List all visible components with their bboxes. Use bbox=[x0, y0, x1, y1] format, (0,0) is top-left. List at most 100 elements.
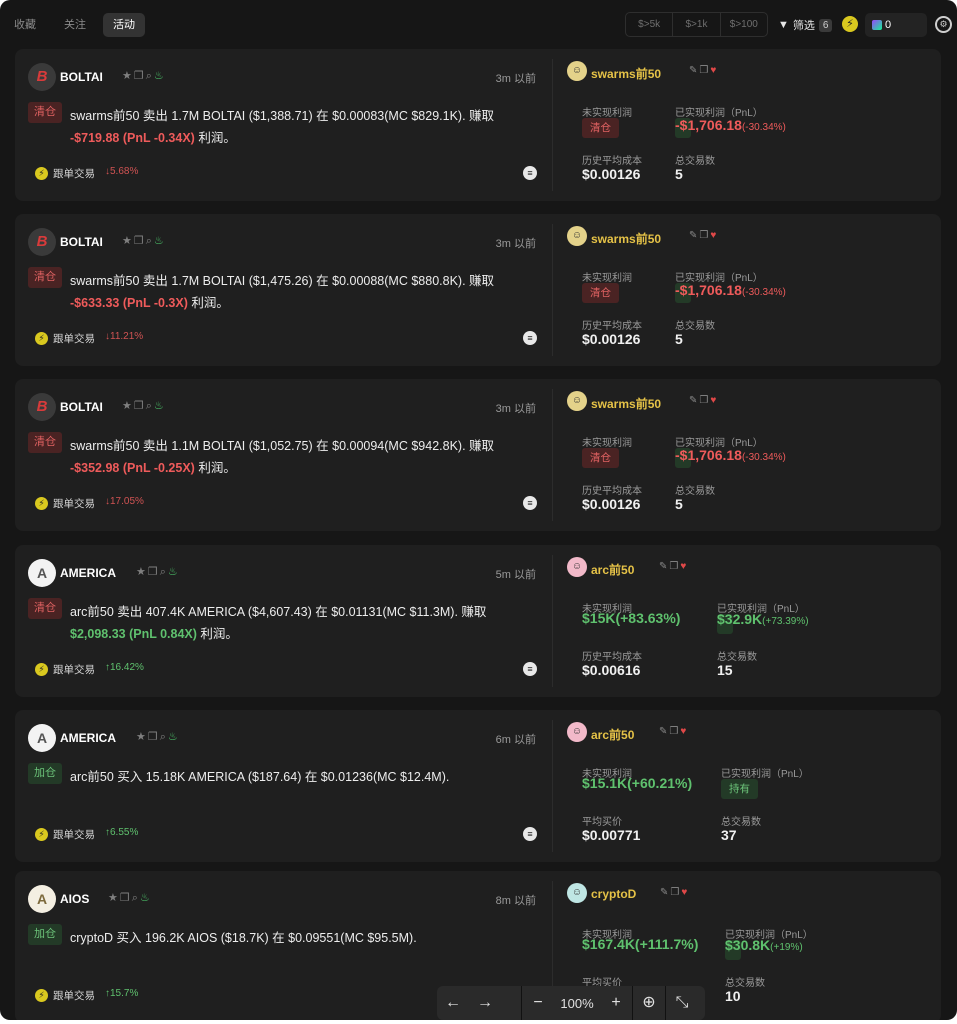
tab-activity[interactable]: 活动 bbox=[103, 13, 145, 37]
edit-icon[interactable]: ✎ bbox=[659, 561, 669, 572]
star-icon[interactable]: ★ bbox=[122, 235, 134, 247]
edit-icon[interactable]: ✎ bbox=[689, 395, 699, 406]
star-icon[interactable]: ★ bbox=[108, 892, 120, 904]
edit-icon[interactable]: ✎ bbox=[660, 887, 670, 898]
flame-icon[interactable]: ♨ bbox=[168, 731, 180, 743]
settings-gear-icon[interactable]: ⚙ bbox=[935, 16, 952, 33]
trader-name[interactable]: arc前50 bbox=[591, 561, 634, 578]
tab-following[interactable]: 关注 bbox=[54, 13, 96, 37]
token-symbol[interactable]: BOLTAI bbox=[60, 235, 103, 249]
trader-avatar[interactable]: ☺ bbox=[567, 226, 587, 246]
heart-icon[interactable]: ♥ bbox=[710, 395, 718, 406]
back-arrow-icon[interactable]: ← bbox=[437, 986, 469, 1020]
token-symbol[interactable]: AMERICA bbox=[60, 731, 116, 745]
copy-icon[interactable]: ❐ bbox=[699, 395, 710, 406]
zoom-in-icon[interactable]: + bbox=[600, 986, 632, 1020]
trader-name[interactable]: swarms前50 bbox=[591, 395, 661, 412]
star-icon[interactable]: ★ bbox=[136, 566, 148, 578]
sol-balance[interactable]: 0 bbox=[865, 13, 927, 37]
menu-icon[interactable]: ≡ bbox=[523, 331, 537, 345]
price-change: ↓11.21% bbox=[105, 331, 144, 342]
copy-icon[interactable]: ❐ bbox=[699, 65, 710, 76]
search-icon[interactable]: ⌕ bbox=[146, 70, 154, 82]
trader-name[interactable]: arc前50 bbox=[591, 726, 634, 743]
tab-favorites[interactable]: 收藏 bbox=[4, 13, 46, 37]
copy-icon[interactable]: ❐ bbox=[148, 731, 160, 743]
token-avatar[interactable]: B bbox=[28, 393, 56, 421]
copy-trade-button[interactable]: ⚡ 跟单交易 bbox=[35, 662, 95, 677]
heart-icon[interactable]: ♥ bbox=[710, 230, 718, 241]
copy-icon[interactable]: ❐ bbox=[669, 726, 680, 737]
unrealized-label: 未实现利润 bbox=[582, 273, 632, 284]
search-icon[interactable]: ⌕ bbox=[160, 566, 168, 578]
token-avatar[interactable]: B bbox=[28, 63, 56, 91]
copy-trade-button[interactable]: ⚡ 跟单交易 bbox=[35, 166, 95, 181]
token-avatar[interactable]: A bbox=[28, 885, 56, 913]
trader-name[interactable]: cryptoD bbox=[591, 887, 636, 901]
token-action-icons: ★❐⌕♨ bbox=[108, 891, 152, 905]
token-symbol[interactable]: AIOS bbox=[60, 892, 89, 906]
copy-trade-button[interactable]: ⚡ 跟单交易 bbox=[35, 496, 95, 511]
copy-icon[interactable]: ❐ bbox=[699, 230, 710, 241]
trade-time: 3m 以前 bbox=[495, 238, 536, 250]
token-symbol[interactable]: BOLTAI bbox=[60, 70, 103, 84]
filter-5k[interactable]: $>5k bbox=[626, 13, 674, 36]
heart-icon[interactable]: ♥ bbox=[710, 65, 718, 76]
copy-icon[interactable]: ❐ bbox=[134, 70, 146, 82]
star-icon[interactable]: ★ bbox=[136, 731, 148, 743]
token-avatar[interactable]: A bbox=[28, 724, 56, 752]
filter-100[interactable]: $>100 bbox=[721, 13, 767, 36]
copy-icon[interactable]: ❐ bbox=[670, 887, 681, 898]
zoom-out-icon[interactable]: − bbox=[522, 986, 554, 1020]
token-avatar[interactable]: A bbox=[28, 559, 56, 587]
copy-icon[interactable]: ❐ bbox=[120, 892, 132, 904]
menu-icon[interactable]: ≡ bbox=[523, 496, 537, 510]
copy-trade-button[interactable]: ⚡ 跟单交易 bbox=[35, 331, 95, 346]
heart-icon[interactable]: ♥ bbox=[680, 561, 688, 572]
copy-icon[interactable]: ❐ bbox=[134, 235, 146, 247]
trader-avatar[interactable]: ☺ bbox=[567, 883, 587, 903]
trader-avatar[interactable]: ☺ bbox=[567, 557, 587, 577]
star-icon[interactable]: ★ bbox=[122, 70, 134, 82]
trader-avatar[interactable]: ☺ bbox=[567, 391, 587, 411]
flame-icon[interactable]: ♨ bbox=[154, 235, 166, 247]
token-symbol[interactable]: BOLTAI bbox=[60, 400, 103, 414]
trade-time: 3m 以前 bbox=[495, 403, 536, 415]
flame-icon[interactable]: ♨ bbox=[140, 892, 152, 904]
trader-name[interactable]: swarms前50 bbox=[591, 65, 661, 82]
token-avatar[interactable]: B bbox=[28, 228, 56, 256]
flame-icon[interactable]: ♨ bbox=[154, 400, 166, 412]
copy-icon[interactable]: ❐ bbox=[669, 561, 680, 572]
menu-icon[interactable]: ≡ bbox=[523, 166, 537, 180]
edit-icon[interactable]: ✎ bbox=[659, 726, 669, 737]
search-icon[interactable]: ⌕ bbox=[132, 892, 140, 904]
token-symbol[interactable]: AMERICA bbox=[60, 566, 116, 580]
menu-icon[interactable]: ≡ bbox=[523, 827, 537, 841]
collapse-icon[interactable]: ⤡ bbox=[666, 986, 698, 1020]
trader-avatar[interactable]: ☺ bbox=[567, 61, 587, 81]
heart-icon[interactable]: ♥ bbox=[680, 726, 688, 737]
copy-icon[interactable]: ❐ bbox=[134, 400, 146, 412]
unrealized-status-pill: 清仓 bbox=[582, 118, 619, 138]
trade-description: swarms前50 卖出 1.1M BOLTAI ($1,052.75) 在 $… bbox=[70, 435, 540, 479]
menu-icon[interactable]: ≡ bbox=[523, 662, 537, 676]
flame-icon[interactable]: ♨ bbox=[154, 70, 166, 82]
edit-icon[interactable]: ✎ bbox=[689, 230, 699, 241]
filter-button[interactable]: ▼ 筛选 6 bbox=[778, 17, 833, 33]
download-icon[interactable]: ⊕ bbox=[633, 986, 665, 1020]
copy-trade-button[interactable]: ⚡ 跟单交易 bbox=[35, 827, 95, 842]
search-icon[interactable]: ⌕ bbox=[146, 400, 154, 412]
flame-icon[interactable]: ♨ bbox=[168, 566, 180, 578]
lightning-icon[interactable]: ⚡ bbox=[842, 16, 858, 32]
star-icon[interactable]: ★ bbox=[122, 400, 134, 412]
copy-trade-button[interactable]: ⚡ 跟单交易 bbox=[35, 988, 95, 1003]
edit-icon[interactable]: ✎ bbox=[689, 65, 699, 76]
trader-avatar[interactable]: ☺ bbox=[567, 722, 587, 742]
heart-icon[interactable]: ♥ bbox=[681, 887, 689, 898]
filter-1k[interactable]: $>1k bbox=[673, 13, 721, 36]
copy-icon[interactable]: ❐ bbox=[148, 566, 160, 578]
trader-name[interactable]: swarms前50 bbox=[591, 230, 661, 247]
search-icon[interactable]: ⌕ bbox=[146, 235, 154, 247]
search-icon[interactable]: ⌕ bbox=[160, 731, 168, 743]
forward-arrow-icon[interactable]: → bbox=[469, 986, 501, 1020]
